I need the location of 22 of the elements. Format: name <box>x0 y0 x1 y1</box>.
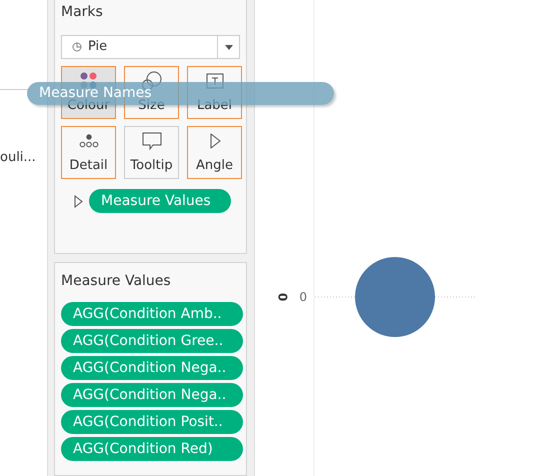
speech-bubble-icon <box>142 132 162 150</box>
field-pill[interactable]: AGG(Condition Gree.. <box>61 329 243 353</box>
pie-icon <box>72 42 82 52</box>
card-title: Marks <box>61 3 103 22</box>
marks-button[interactable]: Angle <box>187 126 242 179</box>
angle-icon <box>208 133 222 150</box>
axis-title: 0 <box>276 292 290 302</box>
marks-button[interactable]: Detail <box>61 126 116 179</box>
field-pill[interactable]: AGG(Condition Red) <box>61 437 243 461</box>
field-pill[interactable]: AGG(Condition Posit.. <box>61 410 243 434</box>
caret-icon <box>224 44 232 50</box>
axis-tick-label: 0 <box>299 290 307 304</box>
mark-type-dropdown[interactable]: Pie <box>61 35 240 59</box>
card-title: Measure Values <box>61 272 171 291</box>
field-pill[interactable]: Measure Values <box>89 189 231 213</box>
angle-icon <box>73 194 83 208</box>
detail-dots-icon <box>78 134 98 148</box>
field-pill[interactable]: AGG(Condition Nega.. <box>61 356 243 380</box>
field-label: ouli... <box>0 149 36 167</box>
marks-button[interactable]: Tooltip <box>124 126 179 179</box>
field-pill[interactable]: AGG(Condition Amb.. <box>61 302 243 326</box>
field-pill[interactable]: AGG(Condition Nega.. <box>61 383 243 407</box>
